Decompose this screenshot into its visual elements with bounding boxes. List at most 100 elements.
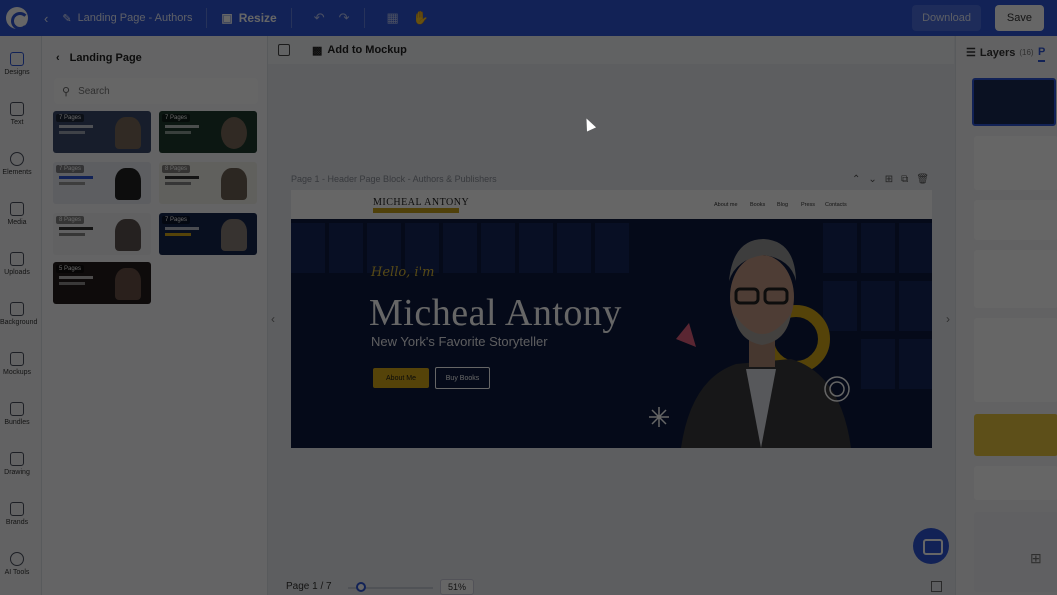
site-nav-link[interactable]: Contacts [825, 202, 847, 208]
template-thumb[interactable]: 8 Pages [159, 162, 257, 204]
add-to-mockup-button[interactable]: ▩ Add to Mockup [312, 44, 407, 57]
download-button[interactable]: Download [912, 5, 981, 31]
site-nav-link[interactable]: Blog [777, 202, 788, 208]
rail-item-drawing[interactable]: Drawing [0, 452, 34, 476]
pen-icon [10, 452, 24, 466]
text-icon [10, 102, 24, 116]
rail-item-media[interactable]: Media [0, 202, 34, 226]
brand-icon [10, 502, 24, 516]
search-box: ⚲ [54, 78, 258, 104]
site-header: MICHEAL ANTONY About me Books Blog Press… [291, 190, 932, 219]
move-up-icon[interactable]: ⌃ [852, 174, 860, 185]
rail-item-ai-tools[interactable]: AI Tools [0, 552, 34, 576]
templates-panel: ‹ Landing Page ⚲ 7 Pages 7 Pages 7 Pages… [42, 36, 268, 595]
template-thumb[interactable]: 7 Pages [159, 213, 257, 255]
document-title-text: Landing Page - Authors & [77, 12, 193, 24]
zoom-level[interactable]: 51% [440, 579, 474, 595]
background-icon [10, 302, 24, 316]
buy-books-button[interactable]: Buy Books [435, 367, 490, 389]
site-nav-link[interactable]: Books [750, 202, 765, 208]
layers-panel: ☰ Layers (16) P ⊞ [955, 36, 1057, 595]
canvas-footer: Page 1 / 7 51% [268, 578, 954, 595]
rail-label: Uploads [4, 269, 30, 276]
rail-label: Brands [5, 519, 29, 526]
hand-tool-icon[interactable]: ✋ [413, 10, 429, 26]
search-icon: ⚲ [62, 85, 71, 98]
page-count-badge: 8 Pages [162, 165, 191, 173]
add-page-area[interactable]: ⊞ [974, 512, 1057, 592]
prev-page-chevron-icon[interactable]: ‹ [271, 312, 275, 326]
rail-label: Media [7, 219, 27, 226]
rail-label: Elements [2, 169, 32, 176]
search-input[interactable] [78, 85, 239, 97]
app-logo[interactable] [6, 7, 29, 30]
zoom-slider-handle[interactable] [356, 582, 366, 592]
page-thumbnail[interactable] [974, 136, 1057, 190]
chat-fab-button[interactable] [913, 528, 949, 564]
design-artboard[interactable]: MICHEAL ANTONY About me Books Blog Press… [291, 190, 932, 448]
bundle-icon [10, 402, 24, 416]
mockup-icon: ▩ [312, 44, 323, 57]
tab-pages[interactable]: P [1038, 46, 1046, 62]
save-button[interactable]: Save [994, 5, 1044, 31]
resize-button[interactable]: ▣ Resize [221, 11, 276, 25]
rail-label: Designs [4, 69, 30, 76]
add-page-icon: ⊞ [1030, 550, 1042, 566]
grid-view-icon[interactable] [931, 581, 942, 592]
redo-icon[interactable]: ↷ [339, 10, 350, 26]
rail-item-designs[interactable]: Designs [0, 52, 34, 76]
move-down-icon[interactable]: ⌄ [868, 174, 876, 185]
template-thumb[interactable]: 5 Pages [53, 262, 151, 304]
page-thumbnail[interactable] [974, 200, 1057, 240]
template-thumb[interactable]: 7 Pages [159, 111, 257, 153]
next-page-chevron-icon[interactable]: › [946, 312, 950, 326]
back-chevron-icon[interactable]: ‹ [56, 52, 60, 64]
divider [290, 8, 292, 28]
document-title[interactable]: ✎ Landing Page - Authors & [62, 12, 192, 25]
brand-underline [373, 208, 459, 213]
rail-item-uploads[interactable]: Uploads [0, 252, 34, 276]
trash-icon[interactable]: 🗑 [916, 174, 929, 185]
rail-item-text[interactable]: Text [0, 102, 34, 126]
undo-icon[interactable]: ↶ [314, 10, 325, 26]
page-thumbnail[interactable] [972, 78, 1056, 126]
site-brand: MICHEAL ANTONY [373, 197, 470, 208]
layers-tab[interactable]: ☰ Layers (16) [966, 46, 1034, 60]
rail-label: Mockups [2, 369, 31, 376]
grid-toggle-icon[interactable]: ▦ [387, 10, 399, 26]
add-to-mockup-label: Add to Mockup [327, 44, 407, 56]
top-toolbar: ‹ ✎ Landing Page - Authors & ▣ Resize ↶ … [0, 0, 1057, 36]
rail-item-elements[interactable]: Elements [0, 152, 34, 176]
page-thumbnail[interactable] [974, 414, 1057, 456]
page-count-badge: 5 Pages [56, 265, 85, 273]
pencil-icon: ✎ [62, 12, 72, 25]
hero-name: Micheal Antony [369, 292, 622, 334]
page-thumbnail[interactable] [974, 318, 1057, 402]
add-page-icon[interactable]: ⊞ [885, 174, 893, 185]
site-nav-link[interactable]: About me [714, 202, 738, 208]
template-thumb[interactable]: 8 Pages [53, 213, 151, 255]
template-thumb[interactable]: 7 Pages [53, 162, 151, 204]
template-thumb[interactable]: 7 Pages [53, 111, 151, 153]
page-thumbnail[interactable] [974, 250, 1057, 308]
hero-section: Hello, i'm Micheal Antony New York's Fav… [291, 219, 932, 448]
page-actions: ⌃ ⌄ ⊞ ⧉ 🗑 [852, 174, 929, 185]
mockup-icon [10, 352, 24, 366]
rail-item-background[interactable]: Background [0, 302, 38, 326]
about-me-button[interactable]: About Me [373, 368, 429, 388]
divider [363, 8, 365, 28]
rail-label: Background [0, 319, 38, 326]
rail-label: Bundles [4, 419, 30, 426]
rail-item-mockups[interactable]: Mockups [0, 352, 34, 376]
site-nav-link[interactable]: Press [801, 202, 815, 208]
duplicate-icon[interactable]: ⧉ [901, 174, 908, 185]
frame-icon[interactable] [278, 44, 290, 56]
canvas-toolbar: ▩ Add to Mockup [268, 36, 954, 64]
back-arrow-icon[interactable]: ‹ [44, 11, 48, 26]
page-count-badge: 7 Pages [162, 216, 191, 224]
panel-title: Landing Page [69, 52, 142, 64]
page-thumbnail[interactable] [974, 466, 1057, 500]
rail-item-brands[interactable]: Brands [0, 502, 34, 526]
rail-item-bundles[interactable]: Bundles [0, 402, 34, 426]
resize-icon: ▣ [221, 11, 233, 25]
